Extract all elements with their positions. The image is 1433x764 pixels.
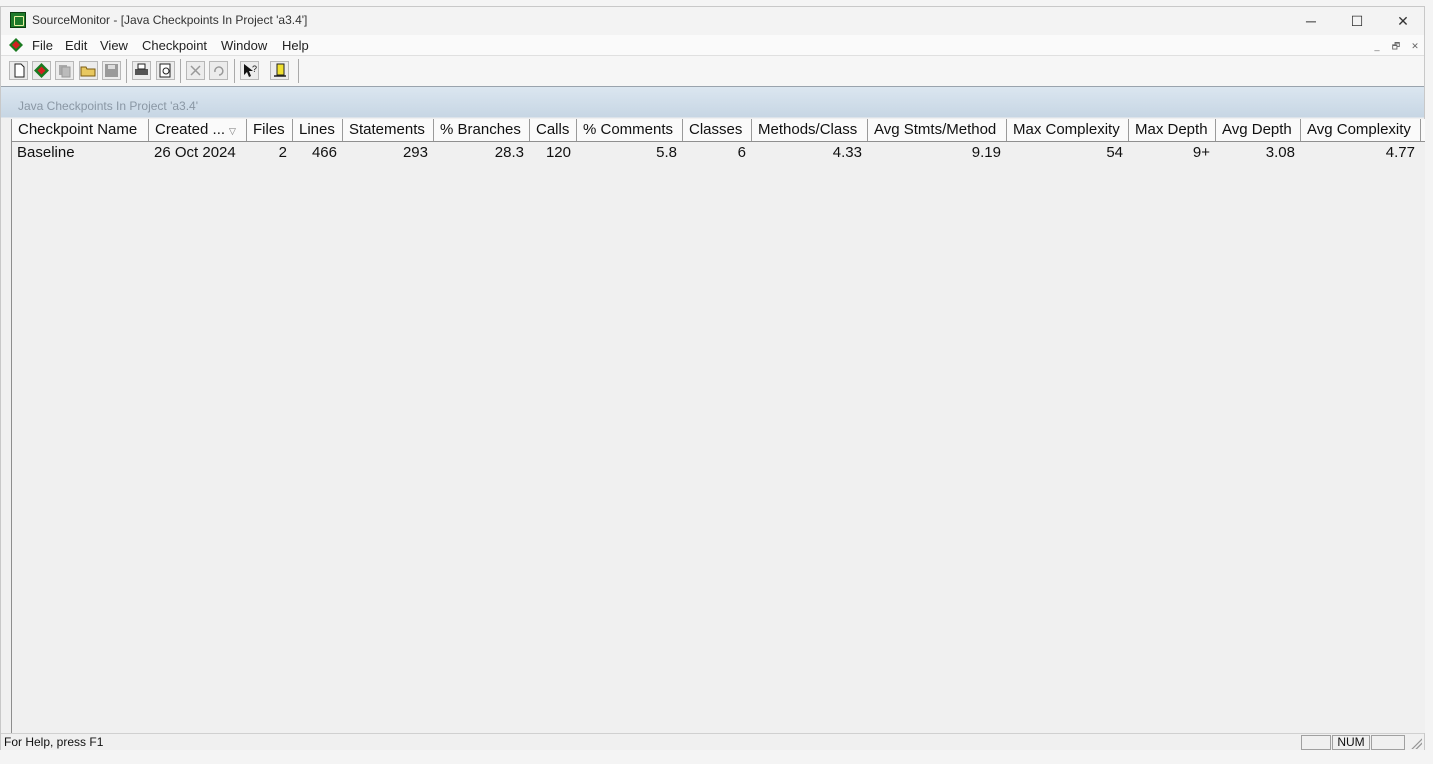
column-header-label: Created ... (155, 121, 226, 138)
column-header-branches[interactable]: % Branches (434, 119, 530, 141)
cell-avg-complexity: 4.77 (1385, 144, 1415, 161)
status-help-text: For Help, press F1 (4, 735, 104, 749)
open-icon[interactable] (79, 61, 98, 80)
title-bar: SourceMonitor - [Java Checkpoints In Pro… (1, 7, 1424, 35)
menu-edit[interactable]: Edit (65, 38, 87, 53)
toolbar-separator (234, 59, 235, 83)
toolbar: ? (1, 56, 1424, 87)
column-header-avg-stmts-method[interactable]: Avg Stmts/Method (868, 119, 1007, 141)
cell-avg-depth: 3.08 (1265, 144, 1295, 161)
status-bar: For Help, press F1 NUM (1, 733, 1424, 750)
toolbar-separator (298, 59, 299, 83)
column-header-label: % Branches (440, 121, 521, 138)
cell-created: 26 Oct 2024 (154, 144, 236, 161)
column-header-checkpoint-name[interactable]: Checkpoint Name (12, 119, 149, 141)
checkpoint-icon[interactable] (32, 61, 51, 80)
column-header-label: Max Depth (1135, 121, 1208, 138)
new-icon[interactable] (9, 61, 28, 80)
column-header-label: Files (253, 121, 285, 138)
svg-text:?: ? (252, 64, 257, 74)
cell-calls: 120 (545, 144, 571, 161)
menu-file[interactable]: File (32, 38, 53, 53)
menu-view[interactable]: View (100, 38, 128, 53)
window-title: SourceMonitor - [Java Checkpoints In Pro… (32, 13, 308, 27)
status-pane-num: NUM (1332, 735, 1370, 750)
column-header-label: Max Complexity (1013, 121, 1120, 138)
menu-checkpoint[interactable]: Checkpoint (142, 38, 207, 53)
sourcemonitor-window: SourceMonitor - [Java Checkpoints In Pro… (0, 6, 1425, 750)
mdi-restore-button[interactable]: 🗗 (1389, 40, 1403, 52)
toolbar-separator (126, 59, 127, 83)
menu-window[interactable]: Window (221, 38, 267, 53)
column-header-files[interactable]: Files (247, 119, 293, 141)
column-header-comments[interactable]: % Comments (577, 119, 683, 141)
column-header-label: Classes (689, 121, 743, 138)
column-header-label: Checkpoint Name (18, 121, 138, 138)
checkpoint-list[interactable]: Checkpoint Name Created ... ▽ Files Lines… (11, 119, 1425, 733)
column-header-statements[interactable]: Statements (343, 119, 434, 141)
toolbar-separator (180, 59, 181, 83)
context-help-icon[interactable]: ? (240, 61, 259, 80)
print-preview-icon[interactable] (156, 61, 175, 80)
maximize-button[interactable]: ☐ (1334, 7, 1380, 35)
cell-checkpoint-name: Baseline (17, 144, 75, 161)
table-row[interactable]: Baseline 26 Oct 2024 2 466 293 28.3 120 … (12, 141, 1425, 165)
cell-max-depth: 9+ (1192, 144, 1210, 161)
column-header-label: Statements (349, 121, 425, 138)
menu-bar: File Edit View Checkpoint Window Help _ … (1, 35, 1424, 56)
undo-icon[interactable] (209, 61, 228, 80)
menu-help[interactable]: Help (282, 38, 309, 53)
column-header-classes[interactable]: Classes (683, 119, 752, 141)
table-header: Checkpoint Name Created ... ▽ Files Lines… (12, 119, 1425, 142)
delete-icon[interactable] (186, 61, 205, 80)
cell-lines: 466 (311, 144, 337, 161)
cell-comments: 5.8 (656, 144, 677, 161)
column-header-lines[interactable]: Lines (293, 119, 343, 141)
sourcemonitor-app-icon (10, 12, 26, 28)
cell-statements: 293 (402, 144, 428, 161)
cell-files: 2 (278, 144, 287, 161)
column-header-label: Avg Depth (1222, 121, 1292, 138)
column-header-label: Calls (536, 121, 570, 138)
bookmark-icon[interactable] (270, 61, 289, 80)
column-header-avg-complexity[interactable]: Avg Complexity (1301, 119, 1421, 141)
column-header-avg-depth[interactable]: Avg Depth (1216, 119, 1301, 141)
close-button[interactable]: ✕ (1380, 7, 1426, 35)
save-icon[interactable] (102, 61, 121, 80)
print-icon[interactable] (132, 61, 151, 80)
copy-icon[interactable] (55, 61, 74, 80)
document-system-menu-icon[interactable] (9, 38, 23, 52)
minimize-button[interactable]: ─ (1288, 7, 1334, 35)
column-header-max-depth[interactable]: Max Depth (1129, 119, 1216, 141)
column-header-calls[interactable]: Calls (530, 119, 577, 141)
cell-max-complexity: 54 (1106, 144, 1123, 161)
view-title: Java Checkpoints In Project 'a3.4' (18, 99, 199, 113)
cell-branches: 28.3 (494, 144, 524, 161)
status-pane-scroll (1371, 735, 1405, 750)
column-header-label: Methods/Class (758, 121, 858, 138)
column-header-created[interactable]: Created ... ▽ (149, 119, 247, 141)
column-header-label: Lines (299, 121, 335, 138)
column-header-label: % Comments (583, 121, 674, 138)
sort-descending-icon: ▽ (229, 126, 236, 136)
mdi-minimize-button[interactable]: _ (1370, 40, 1384, 52)
column-header-methods-per-class[interactable]: Methods/Class (752, 119, 868, 141)
status-pane-caps (1301, 735, 1331, 750)
column-header-label: Avg Complexity (1307, 121, 1411, 138)
cell-methods-per-class: 4.33 (832, 144, 862, 161)
column-header-label: Avg Stmts/Method (874, 121, 997, 138)
checkpoint-view: Java Checkpoints In Project 'a3.4' Check… (1, 87, 1425, 733)
cell-avg-stmts-method: 9.19 (971, 144, 1001, 161)
resize-grip-icon[interactable] (1410, 737, 1422, 749)
mdi-close-button[interactable]: ✕ (1408, 40, 1422, 52)
column-header-max-complexity[interactable]: Max Complexity (1007, 119, 1129, 141)
cell-classes: 6 (737, 144, 746, 161)
